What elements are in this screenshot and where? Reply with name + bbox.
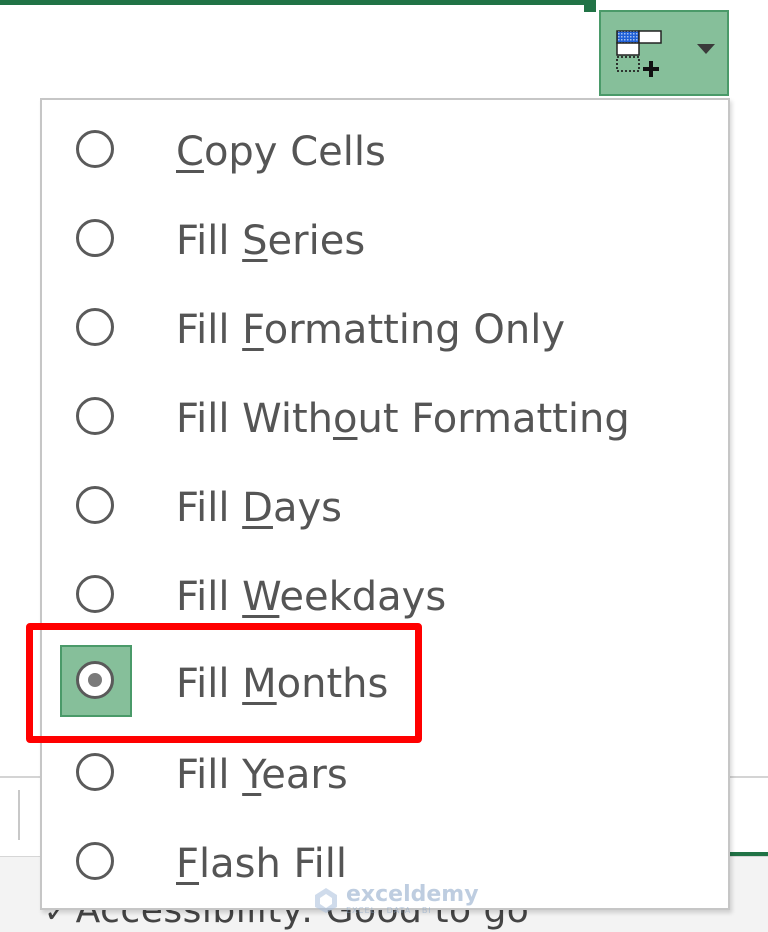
radio-icon[interactable] — [76, 575, 114, 613]
menu-item-label: Fill Series — [176, 218, 366, 264]
radio-icon[interactable] — [76, 397, 114, 435]
menu-item-label: Fill Months — [176, 661, 389, 707]
radio-icon[interactable] — [76, 130, 114, 168]
radio-icon[interactable] — [76, 308, 114, 346]
menu-item-fill-without-formatting[interactable]: Fill Without Formatting — [42, 375, 728, 464]
selection-border — [0, 0, 588, 5]
radio-icon[interactable] — [76, 219, 114, 257]
radio-selected-icon[interactable] — [76, 661, 114, 699]
menu-item-copy-cells[interactable]: Copy Cells — [42, 108, 728, 197]
menu-item-fill-weekdays[interactable]: Fill Weekdays — [42, 553, 728, 642]
dropdown-arrow-icon — [697, 44, 715, 54]
watermark-tagline: EXCEL · DATA · BI — [346, 906, 432, 915]
auto-fill-options-button[interactable] — [599, 10, 729, 96]
menu-item-fill-series[interactable]: Fill Series — [42, 197, 728, 286]
radio-dot — [88, 673, 102, 687]
menu-item-label: Copy Cells — [176, 129, 386, 175]
menu-item-label: Fill Weekdays — [176, 574, 447, 620]
menu-item-label: Fill Formatting Only — [176, 307, 565, 353]
menu-item-fill-years[interactable]: Fill Years — [42, 731, 728, 820]
menu-item-label: Fill Days — [176, 485, 342, 531]
auto-fill-options-menu: Copy Cells Fill Series Fill Formatting O… — [40, 98, 730, 910]
auto-fill-options-icon — [616, 30, 662, 77]
menu-item-fill-days[interactable]: Fill Days — [42, 464, 728, 553]
radio-icon[interactable] — [76, 842, 114, 880]
fill-handle[interactable] — [584, 0, 596, 12]
menu-item-label: Fill Years — [176, 752, 348, 798]
exceldemy-logo-icon — [315, 887, 337, 913]
menu-item-label: Flash Fill — [176, 841, 347, 887]
menu-item-label: Fill Without Formatting — [176, 396, 630, 442]
radio-icon[interactable] — [76, 753, 114, 791]
menu-item-fill-formatting-only[interactable]: Fill Formatting Only — [42, 286, 728, 375]
menu-item-fill-months[interactable]: Fill Months — [42, 642, 728, 731]
watermark: exceldemy EXCEL · DATA · BI — [312, 884, 479, 915]
radio-icon[interactable] — [76, 486, 114, 524]
watermark-name: exceldemy — [346, 882, 479, 907]
tab-divider — [18, 790, 20, 840]
